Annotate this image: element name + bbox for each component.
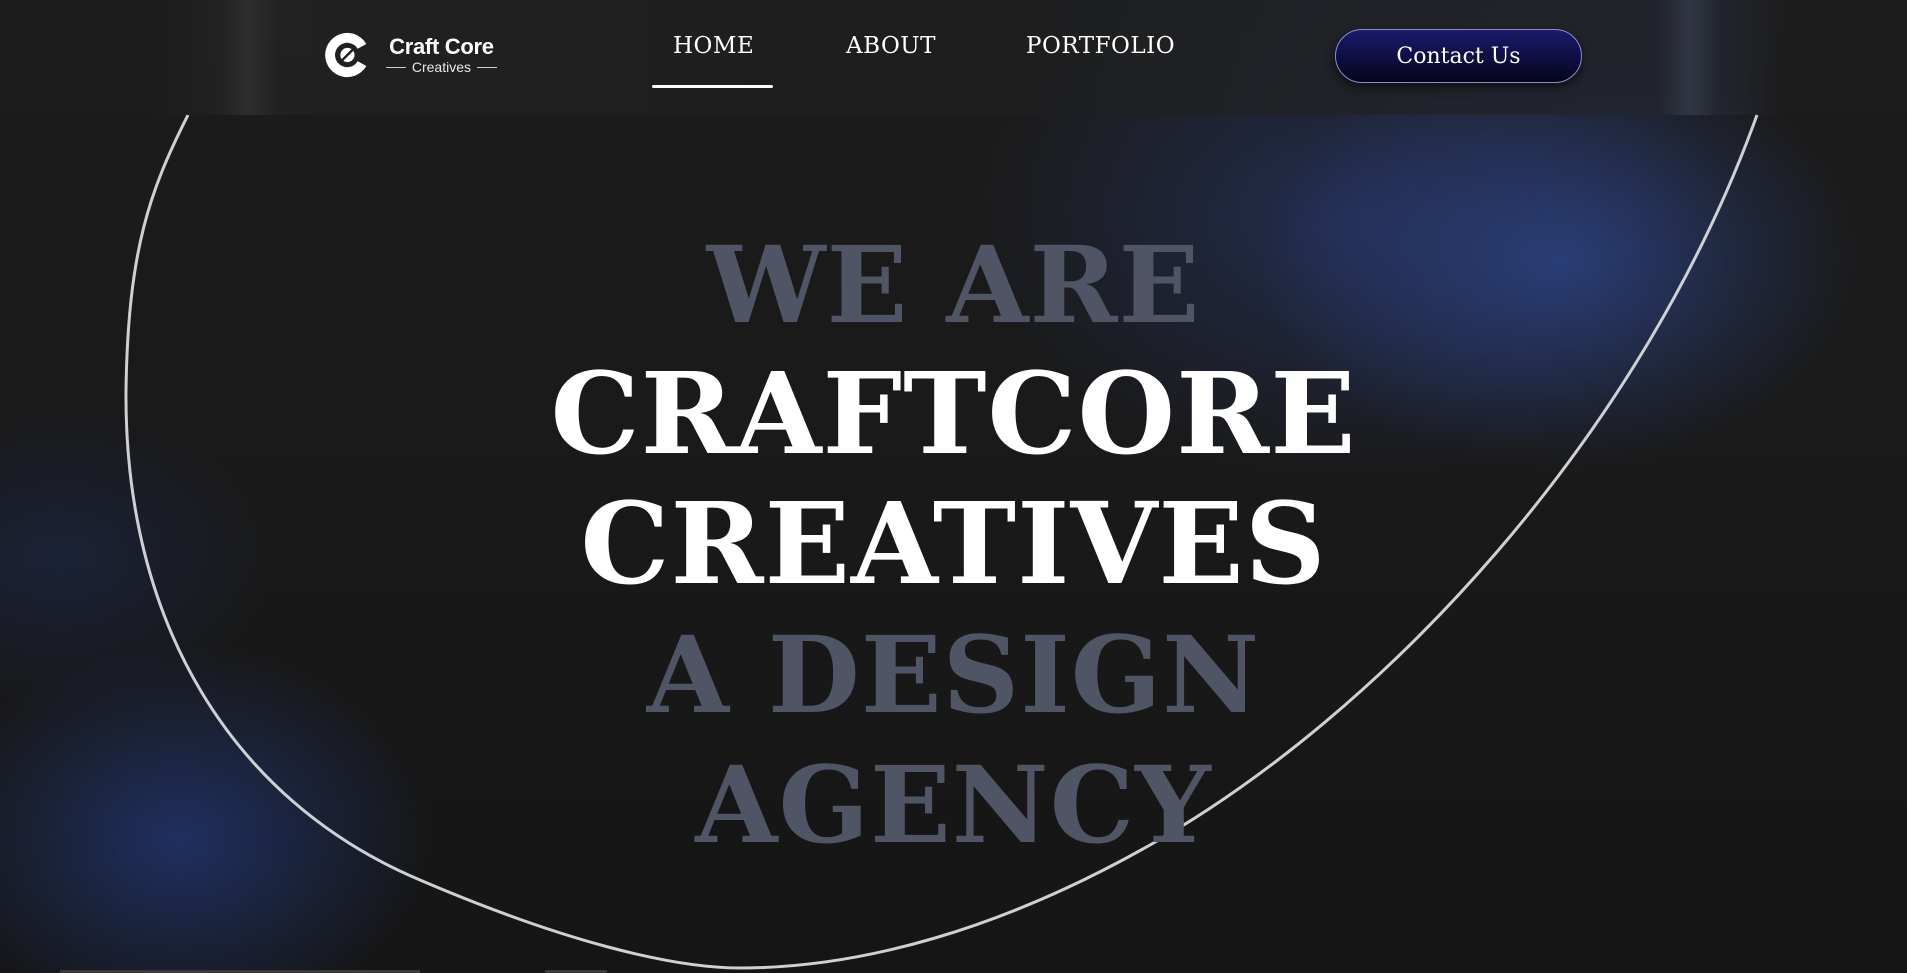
tagline-dash-left — [385, 66, 406, 68]
hero-line-we-are: WE ARE — [706, 222, 1201, 347]
hero-section: Craft Core Creatives HOME ABOUT PORTFOLI… — [0, 0, 1907, 973]
nav-item-about[interactable]: ABOUT — [846, 33, 936, 59]
nav-item-portfolio[interactable]: PORTFOLIO — [1026, 33, 1175, 59]
brand-tagline: Creatives — [411, 59, 471, 75]
hero-line-agency: AGENCY — [695, 742, 1212, 867]
brand-logo[interactable]: Craft Core Creatives — [323, 22, 503, 88]
cc-monogram-icon — [325, 32, 367, 78]
contact-us-button[interactable]: Contact Us — [1335, 29, 1582, 83]
hero-line-craftcore: CRAFTCORE — [550, 349, 1357, 480]
hero-heading: WE ARE CRAFTCORE CREATIVES A DESIGN AGEN… — [0, 220, 1907, 870]
hero-line-a-design: A DESIGN — [646, 612, 1261, 737]
brand-tagline-row: Creatives — [380, 59, 503, 75]
brand-wordmark: Craft Core Creatives — [380, 35, 503, 75]
nav-active-underline — [652, 85, 773, 88]
hero-line-creatives: CREATIVES — [580, 479, 1327, 610]
tagline-dash-right — [477, 66, 497, 68]
brand-name: Craft Core — [389, 34, 494, 59]
nav-item-home[interactable]: HOME — [673, 33, 754, 59]
